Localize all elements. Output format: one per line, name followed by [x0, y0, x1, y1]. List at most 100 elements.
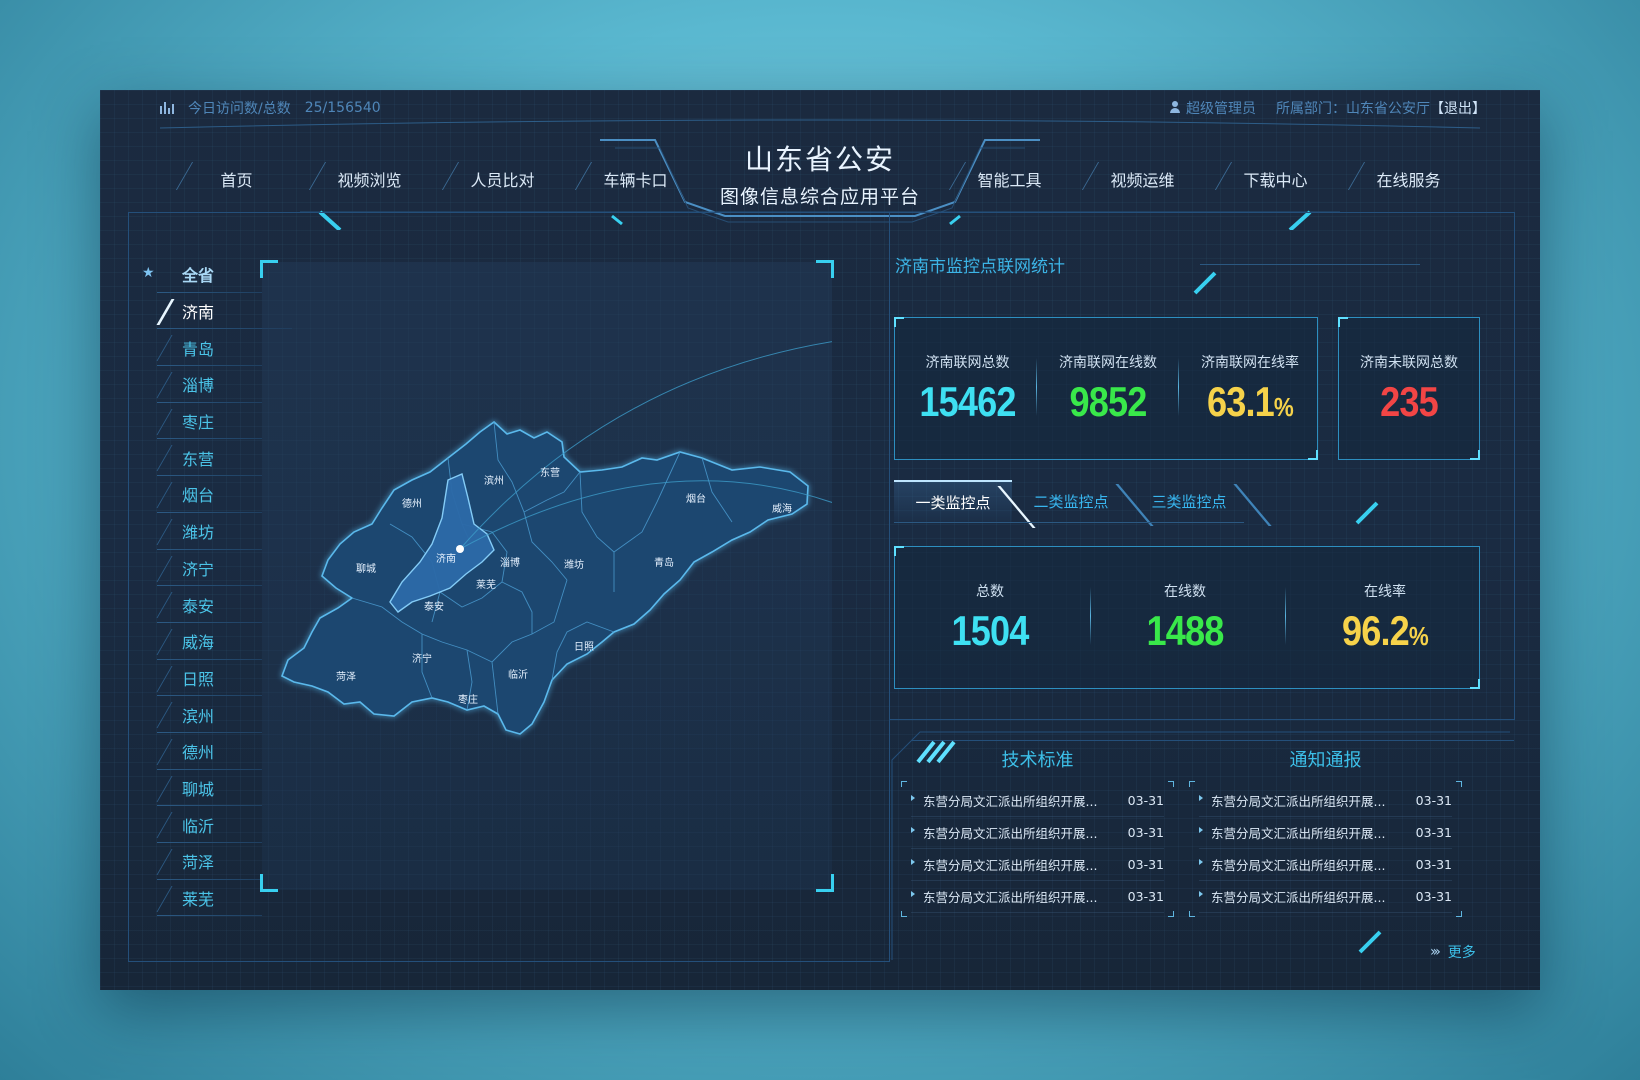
stat-rate: 济南联网在线率 63.1% [1185, 352, 1315, 426]
nav-person-compare[interactable]: 人员比对 [436, 164, 569, 191]
stat-divider [1285, 587, 1286, 645]
nav-download-center[interactable]: 下载中心 [1209, 164, 1342, 191]
nav-vehicle-checkpoint[interactable]: 车辆卡口 [569, 164, 702, 191]
user-role[interactable]: 超级管理员 [1170, 98, 1256, 118]
more-label: 更多 [1447, 945, 1476, 961]
news-date: 03-31 [1127, 793, 1164, 808]
tab-class-2[interactable]: 二类监控点 [1012, 480, 1130, 522]
stat-divider [1036, 358, 1037, 416]
sidebar-item-zibo[interactable]: 淄博 [142, 366, 262, 403]
sidebar-item-linyi[interactable]: 临沂 [142, 806, 262, 843]
stat-online-value: 9852 [1069, 378, 1148, 425]
stat-online-label: 济南联网在线数 [1059, 355, 1157, 371]
sidebar-item-jinan[interactable]: 济南 [142, 293, 292, 330]
dashboard-screen: 今日访问数/总数 25/156540 超级管理员 所属部门：山东省公安厅【退出】… [100, 90, 1540, 990]
news-date: 03-31 [1127, 825, 1164, 840]
cat-stat-total: 总数 1504 [915, 581, 1065, 655]
user-area: 超级管理员 所属部门：山东省公安厅【退出】 [1170, 98, 1486, 118]
section-accent [1193, 271, 1217, 295]
logout-link[interactable]: 【退出】 [1430, 101, 1486, 117]
list-item[interactable]: 东营分局文汇派出所组织开展... 03-31 [911, 785, 1164, 817]
tech-standards-list: 东营分局文汇派出所组织开展... 03-31 东营分局文汇派出所组织开展... 03… [900, 780, 1175, 918]
province-map[interactable]: 滨州 东营 德州 烟台 威海 聊城 济南 淄博 潍坊 青岛 莱芜 泰安 济宁 日… [260, 260, 834, 892]
visits-label: 今日访问数/总数 [188, 101, 291, 117]
corner-marker [901, 911, 907, 917]
map-label: 临沂 [508, 668, 528, 681]
sidebar-item-qingdao[interactable]: 青岛 [142, 329, 262, 366]
news-date: 03-31 [1415, 793, 1452, 808]
cat-stat-rate-label: 在线率 [1364, 584, 1406, 600]
cat-stat-online-value: 1488 [1146, 607, 1225, 654]
map-label: 淄博 [500, 556, 520, 569]
sidebar-item-weihai[interactable]: 威海 [142, 623, 262, 660]
corner-marker [1456, 781, 1462, 787]
cat-stat-rate-value: 96.2% [1316, 607, 1454, 655]
list-item[interactable]: 东营分局文汇派出所组织开展... 03-31 [1199, 817, 1452, 849]
tab-class-1[interactable]: 一类监控点 [894, 480, 1012, 522]
sidebar-item-heze[interactable]: 菏泽 [142, 843, 262, 880]
tabs-accent [1355, 501, 1379, 525]
bar-chart-icon [160, 102, 174, 114]
sidebar-item-jining[interactable]: 济宁 [142, 550, 262, 587]
sidebar-item-laiwu[interactable]: 莱芜 [142, 880, 262, 917]
visits-counter: 今日访问数/总数 25/156540 [160, 98, 381, 118]
map-label: 东营 [540, 466, 560, 479]
news-title: 东营分局文汇派出所组织开展... [911, 823, 1097, 842]
sidebar-item-binzhou[interactable]: 滨州 [142, 696, 262, 733]
sidebar-item-dongying[interactable]: 东营 [142, 439, 262, 476]
list-item[interactable]: 东营分局文汇派出所组织开展... 03-31 [1199, 785, 1452, 817]
corner-marker [1189, 781, 1195, 787]
tab-class-3[interactable]: 三类监控点 [1130, 480, 1248, 522]
map-label: 泰安 [424, 600, 444, 613]
tech-standards-panel: 技术标准 东营分局文汇派出所组织开展... 03-31 东营分局文汇派出所组织开展… [900, 744, 1175, 918]
list-item[interactable]: 东营分局文汇派出所组织开展... 03-31 [1199, 849, 1452, 881]
cat-stat-online: 在线数 1488 [1110, 581, 1260, 655]
corner-marker [901, 781, 907, 787]
monitor-tabs: 一类监控点 二类监控点 三类监控点 [894, 480, 1248, 522]
stat-divider [1178, 358, 1179, 416]
sidebar-item-zaozhuang[interactable]: 枣庄 [142, 403, 262, 440]
map-label: 烟台 [686, 492, 706, 505]
jinan-marker[interactable] [456, 545, 464, 553]
star-icon: ★ [142, 265, 155, 281]
list-item[interactable]: 东营分局文汇派出所组织开展... 03-31 [911, 817, 1164, 849]
sidebar-item-all[interactable]: ★ 全省 [142, 256, 262, 293]
list-item[interactable]: 东营分局文汇派出所组织开展... 03-31 [911, 881, 1164, 913]
list-item[interactable]: 东营分局文汇派出所组织开展... 03-31 [911, 849, 1164, 881]
sidebar-item-dezhou[interactable]: 德州 [142, 733, 262, 770]
nav-video-browse[interactable]: 视频浏览 [303, 164, 436, 191]
sidebar-item-liaocheng[interactable]: 聊城 [142, 770, 262, 807]
nav-smart-tools[interactable]: 智能工具 [943, 164, 1076, 191]
news-date: 03-31 [1415, 825, 1452, 840]
nav-online-service[interactable]: 在线服务 [1342, 164, 1475, 191]
sidebar-item-yantai[interactable]: 烟台 [142, 476, 262, 513]
more-link[interactable]: ››› 更多 [1430, 942, 1476, 962]
department-label: 所属部门：山东省公安厅 [1276, 101, 1430, 117]
map-label: 聊城 [356, 562, 376, 575]
news-date: 03-31 [1415, 889, 1452, 904]
department-info: 所属部门：山东省公安厅【退出】 [1276, 98, 1486, 118]
notices-title: 通知通报 [1289, 750, 1362, 771]
news-title: 东营分局文汇派出所组织开展... [911, 887, 1097, 906]
sidebar-item-taian[interactable]: 泰安 [142, 586, 262, 623]
map-label: 济宁 [412, 652, 432, 665]
news-title: 东营分局文汇派出所组织开展... [1199, 823, 1385, 842]
corner-marker [1168, 911, 1174, 917]
stat-offline-value: 235 [1380, 378, 1439, 425]
top-bar: 今日访问数/总数 25/156540 超级管理员 所属部门：山东省公安厅【退出】 [100, 90, 1540, 124]
news-date: 03-31 [1127, 857, 1164, 872]
sidebar-item-weifang[interactable]: 潍坊 [142, 513, 262, 550]
news-date: 03-31 [1415, 857, 1452, 872]
nav-video-ops[interactable]: 视频运维 [1076, 164, 1209, 191]
map-label: 济南 [436, 552, 456, 565]
news-title: 东营分局文汇派出所组织开展... [1199, 855, 1385, 874]
list-item[interactable]: 东营分局文汇派出所组织开展... 03-31 [1199, 881, 1452, 913]
news-title: 东营分局文汇派出所组织开展... [911, 855, 1097, 874]
nav-home[interactable]: 首页 [170, 164, 303, 191]
sidebar-item-rizhao[interactable]: 日照 [142, 660, 262, 697]
offline-stats-box: 济南未联网总数 235 [1338, 317, 1480, 460]
city-sidebar: ★ 全省 济南 青岛 淄博 枣庄 东营 烟台 潍坊 济宁 泰安 威海 日照 滨州… [142, 256, 292, 917]
news-date: 03-31 [1127, 889, 1164, 904]
cat-stat-rate: 在线率 96.2% [1305, 581, 1465, 655]
tabs-underline [894, 522, 1244, 523]
